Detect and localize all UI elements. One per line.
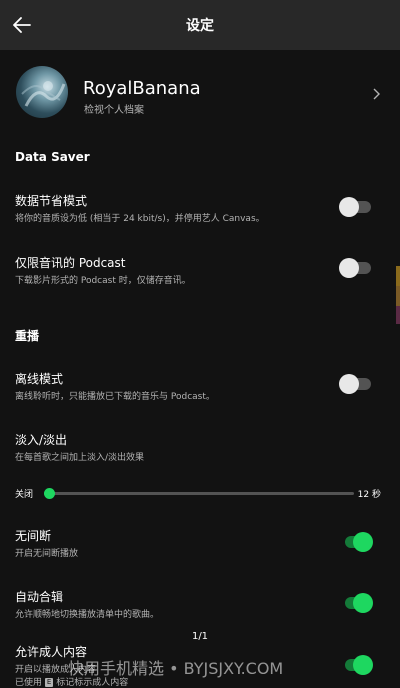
top-bar: 设定 xyxy=(0,0,400,50)
edge-strip xyxy=(396,266,400,286)
setting-desc-audio-only-podcast: 下载影片形式的 Podcast 时，仅储存音讯。 xyxy=(15,276,191,286)
setting-title-offline-mode: 离线模式 xyxy=(15,372,64,386)
crossfade-slider-thumb[interactable] xyxy=(44,488,55,499)
setting-desc-offline-mode: 离线聆听时，只能播放已下载的音乐与 Podcast。 xyxy=(15,392,215,402)
profile-name: RoyalBanana xyxy=(83,78,201,99)
setting-desc-gapless: 开启无间断播放 xyxy=(15,549,79,559)
section-heading-playback: 重播 xyxy=(15,329,40,343)
profile-row[interactable]: RoyalBanana 检视个人档案 xyxy=(0,66,400,124)
crossfade-max-label: 12 秒 xyxy=(357,490,381,500)
page-indicator: 1/1 xyxy=(191,631,209,642)
crossfade-slider-track[interactable] xyxy=(44,492,354,495)
automix-toggle[interactable] xyxy=(339,593,373,613)
page-title: 设定 xyxy=(186,18,214,34)
data-saver-toggle[interactable] xyxy=(339,197,373,217)
setting-title-automix: 自动合辑 xyxy=(15,590,64,604)
avatar xyxy=(16,66,68,118)
section-heading-data-saver: Data Saver xyxy=(15,150,90,164)
setting-title-gapless: 无间断 xyxy=(15,529,52,543)
explicit-badge: E xyxy=(44,678,54,687)
setting-desc-data-saver: 将你的音质设为低 (相当于 24 kbit/s)，并停用艺人 Canvas。 xyxy=(15,214,265,224)
setting-title-crossfade: 淡入/淡出 xyxy=(15,433,68,447)
setting-desc-crossfade: 在每首歌之间加上淡入/淡出效果 xyxy=(15,453,145,463)
chevron-right-icon xyxy=(373,88,380,100)
watermark: 快用手机精选 • BYJSJXY.COM xyxy=(68,659,284,678)
crossfade-min-label: 关闭 xyxy=(15,490,34,500)
setting-desc-automix: 允许顺畅地切换播放清单中的歌曲。 xyxy=(15,610,160,620)
gapless-toggle[interactable] xyxy=(339,532,373,552)
edge-strip xyxy=(396,286,400,306)
audio-only-podcast-toggle[interactable] xyxy=(339,258,373,278)
setting-title-audio-only-podcast: 仅限音讯的 Podcast xyxy=(15,256,126,270)
setting-title-data-saver: 数据节省模式 xyxy=(15,194,88,208)
offline-mode-toggle[interactable] xyxy=(339,374,373,394)
explicit-content-toggle[interactable] xyxy=(339,655,373,675)
edge-strip xyxy=(396,306,400,324)
profile-subtitle: 检视个人档案 xyxy=(84,105,144,116)
